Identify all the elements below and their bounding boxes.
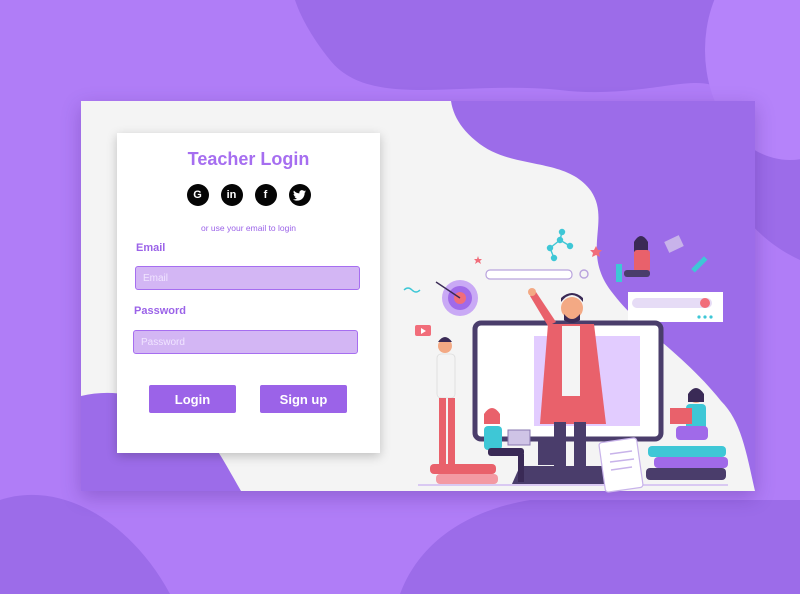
magnifier-icon	[579, 269, 589, 279]
target-icon	[435, 280, 478, 316]
twitter-icon[interactable]: t	[288, 184, 311, 206]
email-label: Email	[136, 242, 166, 254]
password-label: Password	[134, 305, 186, 317]
star-icon	[590, 246, 602, 257]
student-top-figure	[616, 236, 650, 282]
dot-icon	[697, 315, 701, 319]
login-button[interactable]: Login	[149, 385, 236, 413]
sparkle-icon	[403, 287, 421, 293]
teacher-illustration	[403, 228, 728, 493]
star-icon	[474, 256, 482, 264]
student-reading-figure	[670, 388, 708, 440]
facebook-glyph: f	[263, 189, 268, 201]
book-stack-right-icon	[646, 446, 728, 480]
youtube-play-icon	[415, 325, 431, 336]
book-stack-icon	[430, 464, 498, 484]
pencil-icon	[691, 256, 708, 273]
twitter-bird-icon	[293, 189, 306, 201]
molecule-icon	[546, 228, 574, 262]
floor-line	[418, 484, 728, 486]
password-input[interactable]	[133, 330, 358, 354]
google-icon[interactable]: G	[186, 184, 209, 206]
login-card: Teacher Login G in f t or use your email…	[117, 133, 380, 453]
login-hint: or use your email to login	[201, 223, 296, 233]
background-blob-bottom-right	[400, 500, 800, 594]
record-dot-icon	[700, 298, 710, 308]
social-login-row: G in f t	[117, 184, 380, 206]
search-bar-icon	[485, 269, 573, 280]
linkedin-icon[interactable]: in	[220, 184, 243, 206]
facebook-icon[interactable]: f	[254, 184, 277, 206]
email-input[interactable]	[135, 266, 360, 290]
login-title: Teacher Login	[187, 149, 310, 169]
google-glyph: G	[193, 189, 202, 201]
dot-icon	[703, 315, 707, 319]
flying-book-icon	[664, 235, 684, 253]
signup-button[interactable]: Sign up	[260, 385, 347, 413]
notebook-icon	[598, 437, 644, 493]
student-boy-figure	[436, 337, 456, 464]
linkedin-glyph: in	[226, 189, 237, 201]
background-blob-bottom-left	[0, 494, 170, 594]
dot-icon	[709, 315, 713, 319]
